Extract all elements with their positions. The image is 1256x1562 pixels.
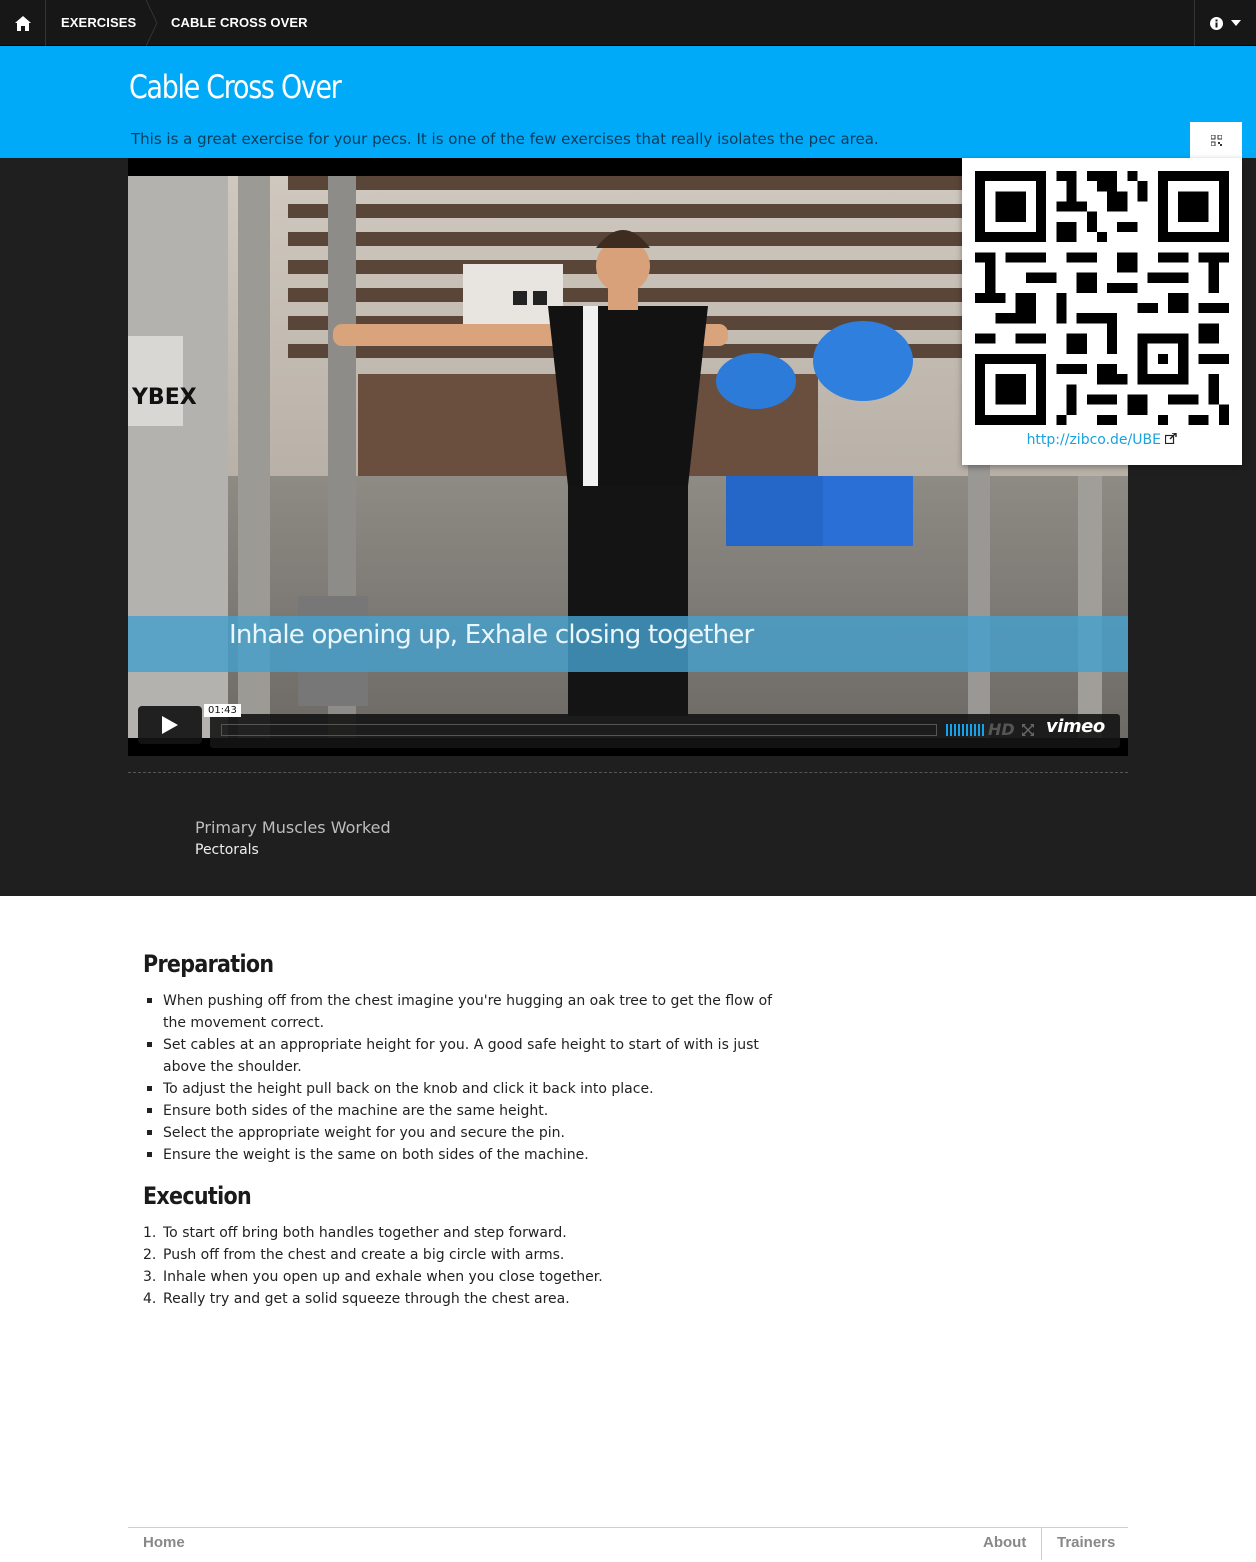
list-item: 4. Really try and get a solid squeeze thr…	[143, 1288, 793, 1310]
list-item-text: Really try and get a solid squeeze throu…	[163, 1291, 570, 1307]
list-item: Ensure both sides of the machine are the…	[143, 1100, 793, 1122]
primary-muscles-value: Pectorals	[195, 842, 259, 858]
list-item: Set cables at an appropriate height for …	[143, 1034, 793, 1078]
primary-muscles-heading: Primary Muscles Worked	[195, 818, 391, 837]
qr-popover: http://zibco.de/UBE	[962, 158, 1242, 465]
list-item: Select the appropriate weight for you an…	[143, 1122, 793, 1144]
footer-about-link[interactable]: About	[983, 1534, 1026, 1551]
breadcrumb-separator	[146, 0, 158, 46]
qr-short-link[interactable]: http://zibco.de/UBE	[962, 432, 1242, 448]
play-icon	[162, 716, 178, 734]
hd-button[interactable]: HD	[988, 720, 1015, 739]
vimeo-logo[interactable]: vimeo	[1046, 716, 1105, 737]
footer-separator	[1041, 1528, 1042, 1560]
execution-heading: Execution	[143, 1182, 252, 1210]
qr-link-text[interactable]: http://zibco.de/UBE	[1027, 432, 1161, 448]
list-number: 4.	[143, 1291, 157, 1307]
top-navbar: EXERCISES CABLE CROSS OVER	[0, 0, 1256, 46]
list-item-text: To start off bring both handles together…	[163, 1225, 567, 1241]
page-title: Cable Cross Over	[129, 68, 342, 106]
list-item-text: Inhale when you open up and exhale when …	[163, 1269, 603, 1285]
page-description: This is a great exercise for your pecs. …	[131, 130, 879, 148]
qr-toggle-tab[interactable]	[1190, 122, 1242, 158]
footer-trainers-link[interactable]: Trainers	[1057, 1534, 1115, 1551]
breadcrumb-exercises[interactable]: EXERCISES	[61, 0, 136, 46]
list-item: 1. To start off bring both handles togeth…	[143, 1222, 793, 1244]
execution-list: 1. To start off bring both handles togeth…	[143, 1222, 793, 1310]
preparation-heading: Preparation	[143, 950, 274, 978]
svg-text:YBEX: YBEX	[131, 385, 197, 410]
list-item: To adjust the height pull back on the kn…	[143, 1078, 793, 1100]
video-caption: Inhale opening up, Exhale closing togeth…	[229, 620, 754, 650]
play-button[interactable]	[138, 706, 202, 744]
video-progress-bar[interactable]	[221, 724, 937, 736]
fullscreen-icon[interactable]	[1022, 724, 1034, 736]
home-button[interactable]	[0, 0, 46, 46]
list-number: 3.	[143, 1269, 157, 1285]
preparation-list: When pushing off from the chest imagine …	[143, 990, 793, 1166]
footer-home-link[interactable]: Home	[143, 1534, 185, 1551]
info-circle-icon	[1210, 16, 1223, 30]
list-item: Ensure the weight is the same on both si…	[143, 1144, 793, 1166]
video-timecode: 01:43	[204, 704, 241, 717]
page-header: Cable Cross Over This is a great exercis…	[0, 46, 1256, 158]
list-number: 2.	[143, 1247, 157, 1263]
list-item: 3. Inhale when you open up and exhale whe…	[143, 1266, 793, 1288]
volume-control[interactable]	[946, 724, 984, 736]
list-item-text: Push off from the chest and create a big…	[163, 1247, 565, 1263]
list-number: 1.	[143, 1225, 157, 1241]
list-item: When pushing off from the chest imagine …	[143, 990, 793, 1034]
list-item: 2. Push off from the chest and create a b…	[143, 1244, 793, 1266]
breadcrumb-current[interactable]: CABLE CROSS OVER	[171, 0, 308, 46]
external-link-icon	[1165, 432, 1178, 445]
info-dropdown-button[interactable]	[1194, 0, 1256, 46]
qrcode-icon	[1210, 134, 1222, 146]
footer-divider	[128, 1527, 1128, 1528]
home-icon	[14, 15, 31, 31]
section-divider	[128, 772, 1128, 773]
qr-code-image	[975, 171, 1229, 425]
caret-down-icon	[1231, 20, 1241, 26]
